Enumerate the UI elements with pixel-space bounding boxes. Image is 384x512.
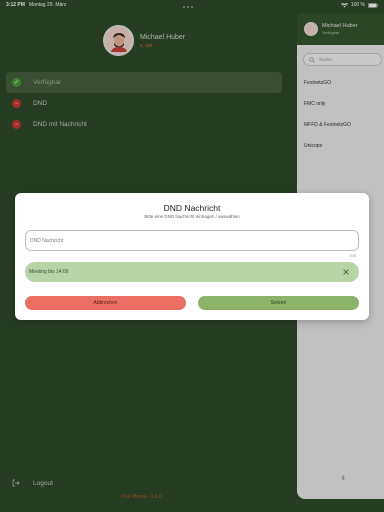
app-screen: 3:12 PM Montag 29. März 100 % Michael Hu… xyxy=(0,0,384,512)
set-button[interactable]: Setzen xyxy=(198,296,359,310)
close-icon[interactable] xyxy=(343,269,349,275)
cancel-button[interactable]: Abbrechen xyxy=(25,296,186,310)
dnd-message-input[interactable] xyxy=(25,230,359,251)
dialog-subtitle: Bitte eine DND Nachricht eintragen / aus… xyxy=(144,214,240,219)
char-count: 0/45 xyxy=(349,254,356,258)
suggestion-chip[interactable]: Meeting bis 14:00 xyxy=(25,262,359,282)
suggestion-label: Meeting bis 14:00 xyxy=(29,269,69,275)
dnd-message-dialog: DND Nachricht Bitte eine DND Nachricht e… xyxy=(15,193,369,320)
dialog-title: DND Nachricht xyxy=(163,203,221,213)
